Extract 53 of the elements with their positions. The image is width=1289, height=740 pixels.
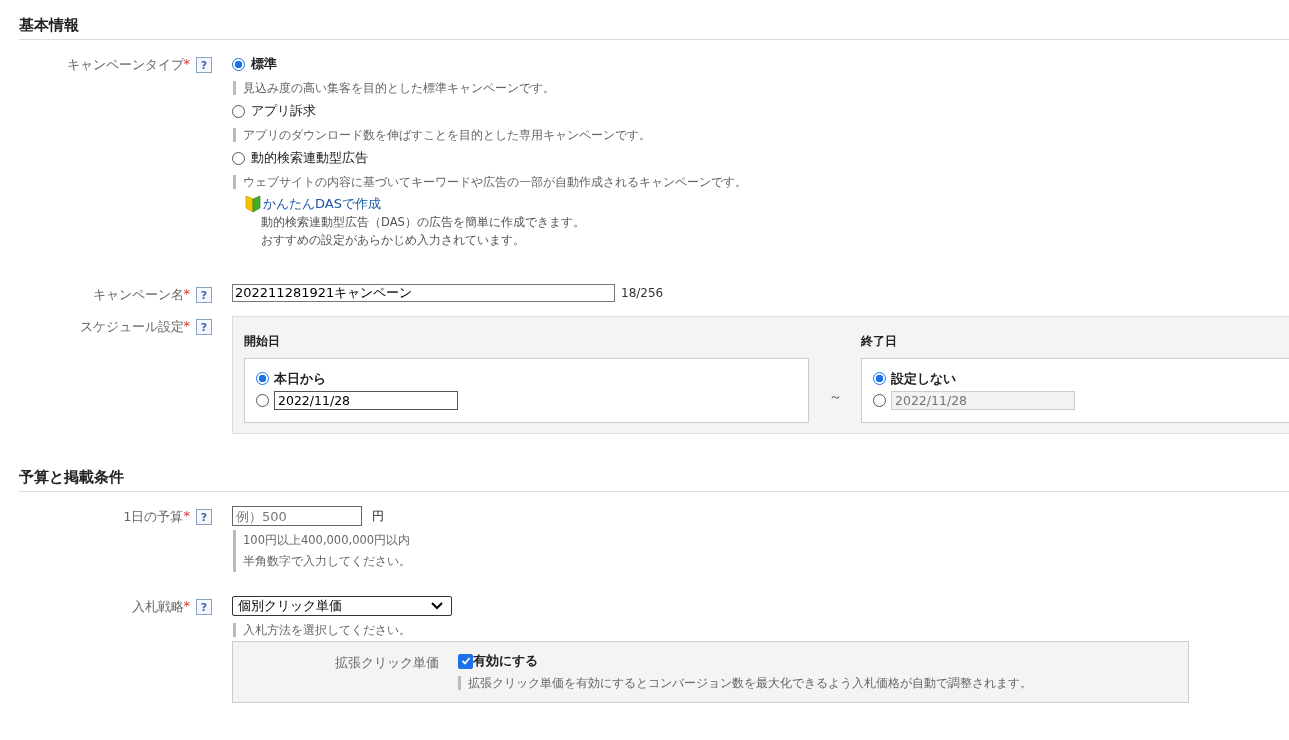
radio-label[interactable]: 標準 — [251, 55, 277, 73]
date-group-title: 開始日 — [244, 333, 281, 350]
radio-button[interactable] — [232, 57, 245, 71]
character-count: 18/256 — [621, 286, 664, 300]
radio-label[interactable]: 設定しない — [891, 369, 956, 388]
section-heading: 予算と掲載条件 — [19, 468, 1289, 492]
required-mark: * — [183, 598, 190, 613]
radio-button[interactable] — [232, 104, 245, 118]
field-label: 1日の予算 — [123, 508, 184, 526]
required-mark: * — [183, 56, 190, 71]
help-icon[interactable]: ? — [196, 287, 212, 303]
chevron-down-icon — [431, 602, 443, 610]
field-label: 拡張クリック単価 — [334, 654, 440, 672]
radio-button[interactable] — [256, 394, 269, 407]
date-group-title: 終了日 — [861, 333, 898, 350]
field-label: キャンペーンタイプ — [66, 56, 184, 74]
checkmark-icon — [460, 656, 471, 666]
hint-text: アプリのダウンロード数を伸ばすことを目的とした専用キャンペーンです。 — [233, 128, 1289, 142]
help-icon[interactable]: ? — [196, 57, 212, 73]
checkbox-label[interactable]: 有効にする — [473, 652, 538, 670]
help-icon[interactable]: ? — [196, 319, 212, 335]
radio-label[interactable]: 本日から — [274, 369, 326, 388]
das-link[interactable]: かんたんDASで作成 — [263, 195, 381, 213]
help-icon[interactable]: ? — [196, 509, 212, 525]
budget-field[interactable]: 例）500 — [232, 506, 362, 526]
bid-strategy-select[interactable]: 個別クリック単価 — [232, 596, 452, 616]
required-mark: * — [183, 286, 190, 301]
hint-text: 入札方法を選択してください。 — [233, 623, 1289, 637]
radio-label[interactable]: アプリ訴求 — [251, 102, 316, 120]
note-text: おすすめの設定があらかじめ入力されています。 — [261, 232, 526, 249]
hint-text: 拡張クリック単価を有効にするとコンバージョン数を最大化できるよう入札価格が自動で調整されます。 — [458, 676, 1032, 690]
note-text: 動的検索連動型広告（DAS）の広告を簡単に作成できます。 — [261, 214, 586, 231]
field-label: 入札戦略 — [131, 598, 184, 616]
radio-button[interactable] — [232, 151, 245, 165]
hint-text: 100円以上400,000,000円以内 — [243, 532, 412, 549]
hint-text: 半角数字で入力してください。 — [243, 553, 412, 570]
hint-text: 見込み度の高い集客を目的とした標準キャンペーンです。 — [233, 81, 1289, 95]
radio-button[interactable] — [256, 372, 269, 385]
radio-button[interactable] — [873, 372, 886, 385]
range-separator: ～ — [827, 388, 843, 406]
date-field[interactable]: 2022/11/28 — [274, 391, 458, 410]
radio-label[interactable]: 動的検索連動型広告 — [251, 149, 368, 167]
help-icon[interactable]: ? — [196, 599, 212, 615]
beginner-mark-icon — [245, 195, 261, 213]
section-heading: 基本情報 — [19, 16, 1289, 40]
field-label: スケジュール設定 — [79, 318, 184, 336]
required-mark: * — [183, 318, 190, 333]
unit-label: 円 — [372, 507, 384, 525]
hint-text: ウェブサイトの内容に基づいてキーワードや広告の一部が自動作成されるキャンペーンです。 — [233, 175, 1289, 189]
checkbox[interactable] — [458, 653, 473, 669]
required-mark: * — [183, 508, 190, 523]
field-label: キャンペーン名 — [92, 286, 184, 304]
campaign-name-field[interactable]: 202211281921キャンペーン — [232, 284, 615, 302]
